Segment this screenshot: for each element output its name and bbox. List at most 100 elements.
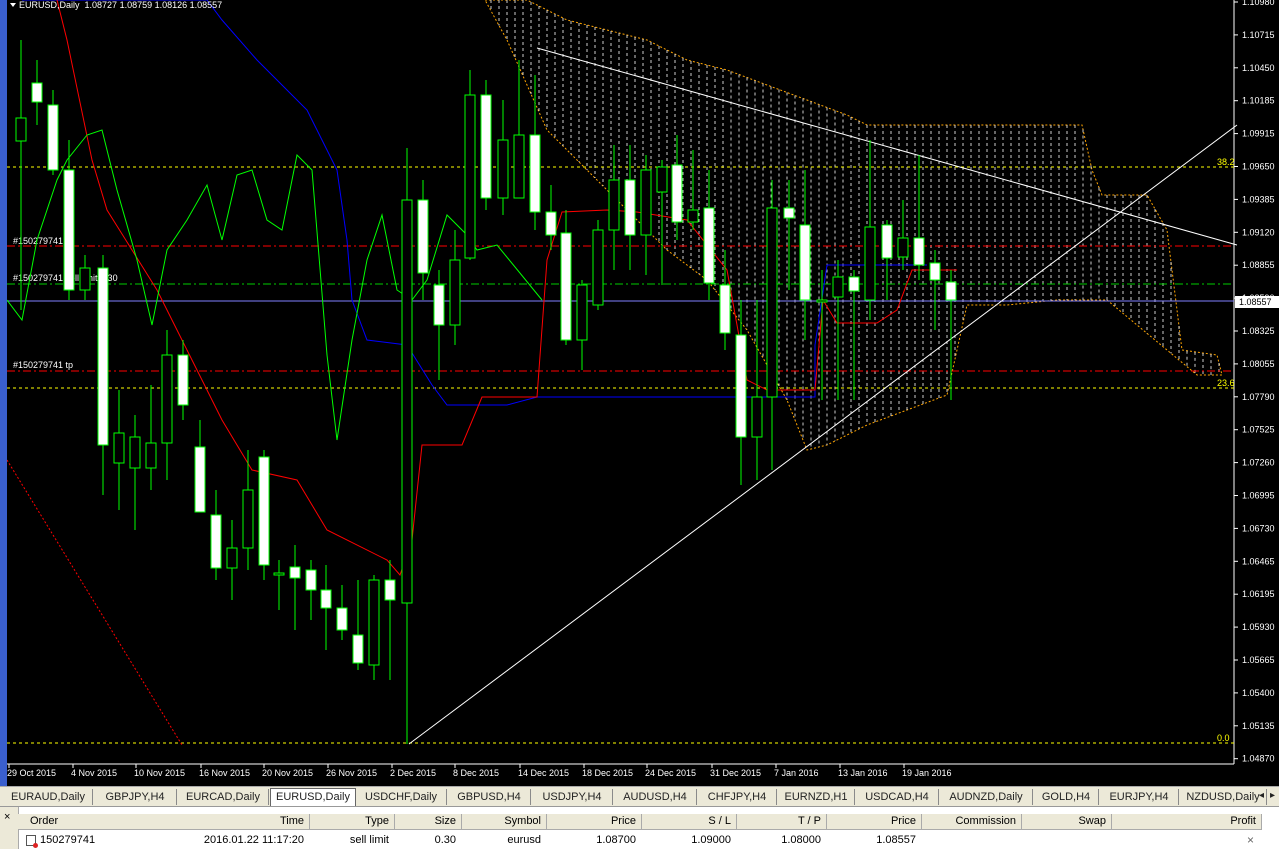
- bear-candle: [433, 284, 445, 326]
- price-label: 1.04870: [1242, 754, 1275, 764]
- chart-tab[interactable]: USDCHF,Daily: [356, 789, 447, 805]
- price-label: 1.06195: [1242, 589, 1275, 599]
- bear-candle: [529, 134, 541, 213]
- terminal-cell-cur-price[interactable]: 1.08557: [827, 833, 916, 847]
- price-label: 1.06730: [1242, 523, 1275, 533]
- cancel-order-icon[interactable]: ×: [1247, 833, 1254, 847]
- chart-tab[interactable]: CHFJPY,H4: [698, 789, 777, 805]
- chart-tab[interactable]: AUDNZD,Daily: [940, 789, 1033, 805]
- bear-candle: [47, 104, 59, 171]
- bull-candle: [751, 396, 763, 438]
- scroll-right-icon[interactable]: ▸: [1270, 790, 1275, 801]
- bull-candle: [897, 237, 909, 258]
- chart-tab[interactable]: EURCAD,Daily: [178, 789, 269, 805]
- bull-candle: [368, 579, 380, 666]
- bull-candle: [513, 134, 525, 199]
- chart-tab[interactable]: GBPUSD,H4: [448, 789, 531, 805]
- terminal-cell-time[interactable]: 2016.01.22 11:17:20: [140, 833, 304, 847]
- terminal-column-header[interactable]: Commission: [922, 814, 1022, 830]
- bear-candle: [545, 211, 557, 236]
- price-label: 1.10450: [1242, 63, 1275, 73]
- price-label: 1.05400: [1242, 688, 1275, 698]
- date-label: 20 Nov 2015: [262, 768, 313, 778]
- terminal-column-header[interactable]: Profit: [1112, 814, 1262, 830]
- bull-candle: [592, 229, 604, 306]
- bull-candle: [656, 166, 668, 193]
- terminal-cell-size[interactable]: 0.30: [395, 833, 456, 847]
- bear-candle: [336, 607, 348, 631]
- scroll-left-icon[interactable]: ◂: [1259, 790, 1264, 801]
- bear-candle: [881, 224, 893, 259]
- price-chart[interactable]: 1.10980 1.10715 1.10450 1.10185 1.09915 1.096…: [7, 0, 1279, 786]
- terminal-cell-price[interactable]: 1.08700: [547, 833, 636, 847]
- chart-tab[interactable]: GBPJPY,H4: [94, 789, 177, 805]
- terminal-cell-type[interactable]: sell limit: [310, 833, 389, 847]
- terminal-column-header[interactable]: Size: [395, 814, 462, 830]
- current-price-label: 1.08557: [1239, 297, 1272, 307]
- price-label: 1.10185: [1242, 96, 1275, 106]
- chart-tab[interactable]: EURUSD,Daily: [270, 788, 356, 807]
- chart-tab[interactable]: GOLD,H4: [1034, 789, 1099, 805]
- price-label: 1.10980: [1242, 0, 1275, 7]
- bear-candle: [703, 207, 715, 284]
- terminal-column-header[interactable]: T / P: [737, 814, 827, 830]
- bear-candle: [177, 354, 189, 406]
- bear-candle: [97, 267, 109, 446]
- terminal-cell-order[interactable]: 150279741: [40, 833, 140, 847]
- fib-label-38: 38.2: [1217, 157, 1235, 167]
- terminal-column-header[interactable]: Swap: [1022, 814, 1112, 830]
- bear-candle: [417, 199, 429, 274]
- terminal-column-header[interactable]: Time: [140, 814, 310, 830]
- bull-candle: [766, 207, 778, 398]
- bull-candle: [129, 436, 141, 469]
- price-label: 1.07525: [1242, 425, 1275, 435]
- chart-tab[interactable]: EURJPY,H4: [1100, 789, 1179, 805]
- close-icon[interactable]: ×: [4, 811, 10, 823]
- price-label: 1.05135: [1242, 721, 1275, 731]
- chart-tab[interactable]: EURNZD,H1: [778, 789, 855, 805]
- date-label: 26 Nov 2015: [326, 768, 377, 778]
- bull-candle: [864, 226, 876, 301]
- price-label: 1.05930: [1242, 622, 1275, 632]
- terminal-column-header[interactable]: S / L: [642, 814, 737, 830]
- date-label: 10 Nov 2015: [134, 768, 185, 778]
- chart-tab[interactable]: NZDUSD,Daily: [1180, 789, 1267, 805]
- chart-canvas[interactable]: 1.10980 1.10715 1.10450 1.10185 1.09915 1.096…: [7, 0, 1279, 786]
- bear-candle: [913, 237, 925, 266]
- price-label: 1.05665: [1242, 655, 1275, 665]
- bull-candle: [79, 267, 91, 291]
- chart-tab[interactable]: USDCAD,H4: [856, 789, 939, 805]
- price-label: 1.07260: [1242, 458, 1275, 468]
- terminal-cell-swap[interactable]: [1022, 833, 1106, 847]
- bull-candle: [464, 94, 476, 259]
- terminal-column-header[interactable]: Order: [18, 814, 152, 830]
- terminal-column-header[interactable]: Type: [310, 814, 395, 830]
- terminal-column-header[interactable]: Symbol: [462, 814, 547, 830]
- tab-scroll-arrows[interactable]: ◂ ▸: [1259, 790, 1275, 801]
- bear-candle: [352, 634, 364, 664]
- bear-candle: [929, 262, 941, 281]
- chart-tab[interactable]: AUDUSD,H4: [614, 789, 697, 805]
- terminal-cell-sl[interactable]: 1.09000: [642, 833, 731, 847]
- dropdown-triangle-icon[interactable]: [10, 3, 16, 8]
- bear-candle: [320, 589, 332, 609]
- terminal-cell-tp[interactable]: 1.08000: [737, 833, 821, 847]
- terminal-cell-symbol[interactable]: eurusd: [462, 833, 541, 847]
- terminal-cell-commission[interactable]: [922, 833, 1016, 847]
- bull-candle: [832, 276, 844, 298]
- price-label: 1.06995: [1242, 491, 1275, 501]
- chart-tab[interactable]: USDJPY,H4: [532, 789, 613, 805]
- date-label: 24 Dec 2015: [645, 768, 696, 778]
- bear-candle: [624, 179, 636, 236]
- terminal-cell-profit[interactable]: [1112, 833, 1256, 847]
- bull-candle: [161, 354, 173, 444]
- date-label: 14 Dec 2015: [518, 768, 569, 778]
- date-label: 2 Dec 2015: [390, 768, 436, 778]
- terminal-column-header[interactable]: Price: [547, 814, 642, 830]
- price-label: 1.09915: [1242, 129, 1275, 139]
- terminal-column-header[interactable]: Price: [827, 814, 922, 830]
- chart-tab[interactable]: EURAUD,Daily: [4, 789, 93, 805]
- date-label: 8 Dec 2015: [453, 768, 499, 778]
- bear-candle: [480, 94, 492, 199]
- price-label: 1.09120: [1242, 227, 1275, 237]
